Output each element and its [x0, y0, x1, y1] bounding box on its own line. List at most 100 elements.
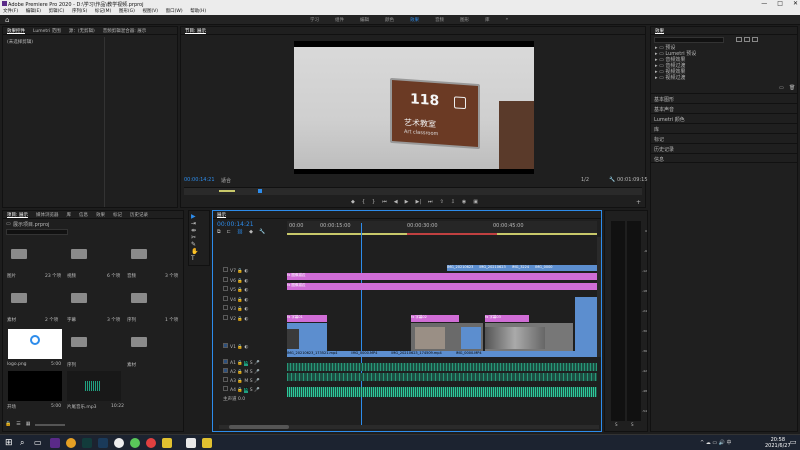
windows-start-icon[interactable]: ⊞ — [5, 438, 13, 448]
section-info[interactable]: 信息 — [651, 153, 797, 163]
project-item[interactable] — [11, 293, 27, 303]
project-search-input[interactable] — [6, 229, 68, 235]
extract-icon[interactable]: ⇩ — [451, 199, 455, 205]
section-libraries[interactable]: 库 — [651, 123, 797, 133]
timeline-vertical-scrollbar[interactable] — [597, 237, 601, 357]
video-clip[interactable] — [485, 323, 573, 351]
close-icon[interactable]: ✕ — [793, 0, 798, 7]
tab-media-browser[interactable]: 媒体浏览器 — [36, 212, 59, 218]
app-icon-yellow[interactable] — [162, 438, 172, 448]
tab-markers[interactable]: 标记 — [113, 212, 122, 218]
project-item-audio-clip[interactable] — [67, 371, 121, 401]
project-item[interactable] — [71, 293, 87, 303]
add-marker-icon[interactable]: ◆ — [249, 229, 253, 235]
accelerated-effects-icon[interactable] — [736, 37, 742, 42]
track-header-v6[interactable]: V6 🔒 ◐ — [223, 276, 248, 287]
graphic-clip[interactable]: fx 图像描边 — [287, 273, 597, 280]
title-clip[interactable]: fx 字幕02 — [411, 315, 459, 322]
app-icon-white[interactable] — [186, 438, 196, 448]
type-tool-icon[interactable]: T — [191, 255, 195, 262]
step-forward-icon[interactable]: ▶| — [415, 199, 421, 205]
workspace-tab-libraries[interactable]: 库 — [485, 17, 490, 23]
lift-icon[interactable]: ⇧ — [440, 199, 444, 205]
section-markers[interactable]: 标记 — [651, 133, 797, 143]
track-header-v1[interactable]: V1 🔒 ◐ — [223, 342, 248, 353]
razor-tool-icon[interactable]: ✂ — [191, 234, 196, 241]
tab-effect-controls[interactable]: 效果控件 — [7, 28, 25, 34]
go-to-in-icon[interactable]: ⏮ — [382, 199, 387, 205]
project-item[interactable] — [131, 337, 147, 347]
workspace-tab-color[interactable]: 颜色 — [385, 17, 394, 23]
add-button-icon[interactable]: + — [636, 199, 641, 206]
audition-icon[interactable] — [82, 438, 92, 448]
timeline-settings-icon[interactable]: 🔧 — [259, 229, 265, 235]
video-clip[interactable] — [575, 297, 597, 357]
fit-dropdown[interactable]: 适合 — [221, 177, 231, 184]
project-item[interactable] — [71, 249, 87, 259]
workspace-tab-graphics[interactable]: 图形 — [460, 17, 469, 23]
program-playhead[interactable] — [258, 189, 262, 193]
mark-in-icon[interactable]: { — [362, 199, 365, 205]
menu-window[interactable]: 窗口(W) — [166, 9, 183, 14]
effects-search-input[interactable] — [654, 37, 724, 43]
project-item[interactable] — [131, 249, 147, 259]
effects-panel-title[interactable]: 效果 — [655, 28, 664, 34]
workspace-tab-learn[interactable]: 学习 — [310, 17, 319, 23]
program-video[interactable]: 118 艺术教室 Art classroom — [294, 41, 534, 174]
graphic-clip[interactable]: fx 图像描边 — [287, 283, 597, 290]
home-icon[interactable]: ⌂ — [5, 16, 9, 24]
32bit-effects-icon[interactable] — [744, 37, 750, 42]
project-item[interactable] — [131, 293, 147, 303]
yuv-effects-icon[interactable] — [752, 37, 758, 42]
project-item[interactable] — [71, 337, 87, 347]
v1-clip-strip[interactable]: IMG_20210623_173521.mp4 IMG_0000.MP4 IMG_2… — [287, 351, 597, 357]
track-header-a1[interactable]: A1 🔒 M S 🎤 — [223, 359, 260, 368]
premiere-taskbar-icon[interactable] — [50, 438, 60, 448]
tab-audio-clip-mixer[interactable]: 音频剪辑混合器: 展示 — [103, 28, 146, 34]
solo-right-button[interactable]: S — [631, 422, 634, 427]
chrome-icon[interactable] — [66, 438, 76, 448]
title-clip[interactable]: fx 字幕01 — [287, 315, 327, 322]
export-frame-icon[interactable]: ◉ — [462, 199, 466, 205]
hand-tool-icon[interactable]: ✋ — [191, 248, 198, 255]
pen-tool-icon[interactable]: ✎ — [191, 241, 196, 248]
go-to-out-icon[interactable]: ⏭ — [428, 199, 433, 205]
step-back-icon[interactable]: ◀ — [394, 199, 398, 205]
time-ruler[interactable]: 00:00 00:00:15:00 00:00:30:00 00:00:45:0… — [287, 221, 597, 235]
folder-taskbar-icon[interactable] — [202, 438, 212, 448]
section-essential-sound[interactable]: 基本声音 — [651, 103, 797, 113]
sequence-tab[interactable]: 展示 — [217, 212, 226, 218]
audio-clip[interactable] — [287, 363, 597, 371]
compare-icon[interactable]: ▣ — [473, 199, 478, 205]
section-history[interactable]: 历史记录 — [651, 143, 797, 153]
track-header-v2[interactable]: V2 🔒 ◐ — [223, 314, 248, 343]
wrench-icon[interactable]: 🔧 — [609, 177, 615, 183]
menu-file[interactable]: 文件(F) — [3, 9, 18, 14]
video-clip[interactable]: IMG_20210623 IMG_20210623 IMG_3224 IMG_0000 — [447, 265, 597, 271]
ripple-edit-tool-icon[interactable]: ⇹ — [191, 227, 196, 234]
delete-icon[interactable]: 🗑 — [789, 85, 795, 91]
menu-graphics[interactable]: 图形(G) — [119, 9, 135, 14]
tab-project[interactable]: 项目: 展示 — [7, 212, 28, 218]
track-header-v5[interactable]: V5 🔒 ◐ — [223, 286, 248, 296]
zoom-slider[interactable] — [35, 424, 66, 426]
workspace-tab-audio[interactable]: 音频 — [435, 17, 444, 23]
task-view-icon[interactable]: ▭ — [34, 438, 42, 447]
add-marker-icon[interactable]: ◆ — [351, 199, 355, 205]
project-item-logo-thumbnail[interactable] — [8, 329, 62, 359]
timeline-horizontal-scrollbar[interactable] — [219, 425, 599, 429]
baidu-netdisk-icon[interactable] — [114, 438, 124, 448]
maximize-icon[interactable]: □ — [777, 0, 783, 7]
track-header-a2[interactable]: A2 🔒 M S 🎤 — [223, 368, 260, 377]
tree-item-video-transitions[interactable]: ▸ ▭ 视频过渡 — [655, 75, 696, 81]
nest-icon[interactable]: ⧉ — [217, 229, 221, 235]
audio-clip[interactable] — [287, 373, 597, 381]
mark-out-icon[interactable]: } — [372, 199, 375, 205]
workspace-tab-assembly[interactable]: 组件 — [335, 17, 344, 23]
minimize-icon[interactable]: — — [761, 0, 767, 7]
notification-icon[interactable]: ▭ — [790, 438, 797, 446]
tab-effects[interactable]: 效果 — [96, 212, 105, 218]
track-select-tool-icon[interactable]: ⇥ — [191, 220, 196, 227]
resolution-dropdown[interactable]: 1/2 — [581, 177, 589, 183]
video-clip[interactable] — [411, 323, 483, 351]
